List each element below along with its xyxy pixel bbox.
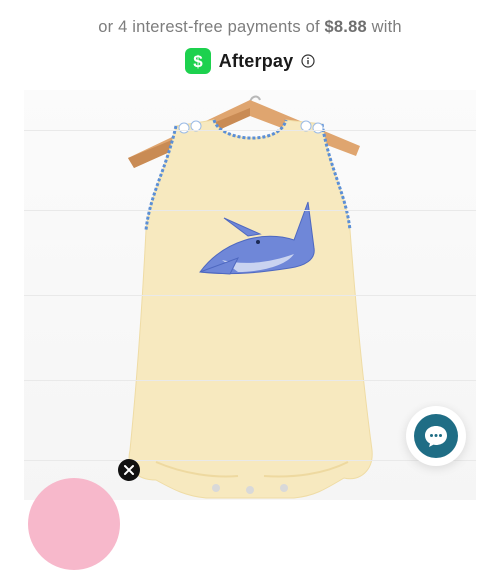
chat-button[interactable] bbox=[406, 406, 466, 466]
info-icon[interactable] bbox=[301, 54, 315, 68]
close-button[interactable] bbox=[118, 459, 140, 481]
installments-text: or 4 interest-free payments of $8.88 wit… bbox=[0, 18, 500, 37]
installments-suffix: with bbox=[371, 18, 402, 36]
installments-prefix: or 4 interest-free payments of bbox=[98, 18, 320, 36]
installment-amount: $8.88 bbox=[324, 18, 367, 36]
chat-bubble-icon bbox=[414, 414, 458, 458]
afterpay-row[interactable]: $ Afterpay bbox=[0, 47, 500, 75]
close-icon bbox=[124, 465, 134, 475]
pink-badge-button[interactable] bbox=[28, 478, 120, 570]
afterpay-label: Afterpay bbox=[218, 50, 294, 71]
cash-app-dollar-icon: $ bbox=[184, 48, 211, 74]
romper bbox=[128, 119, 373, 499]
svg-text:$: $ bbox=[193, 52, 203, 71]
